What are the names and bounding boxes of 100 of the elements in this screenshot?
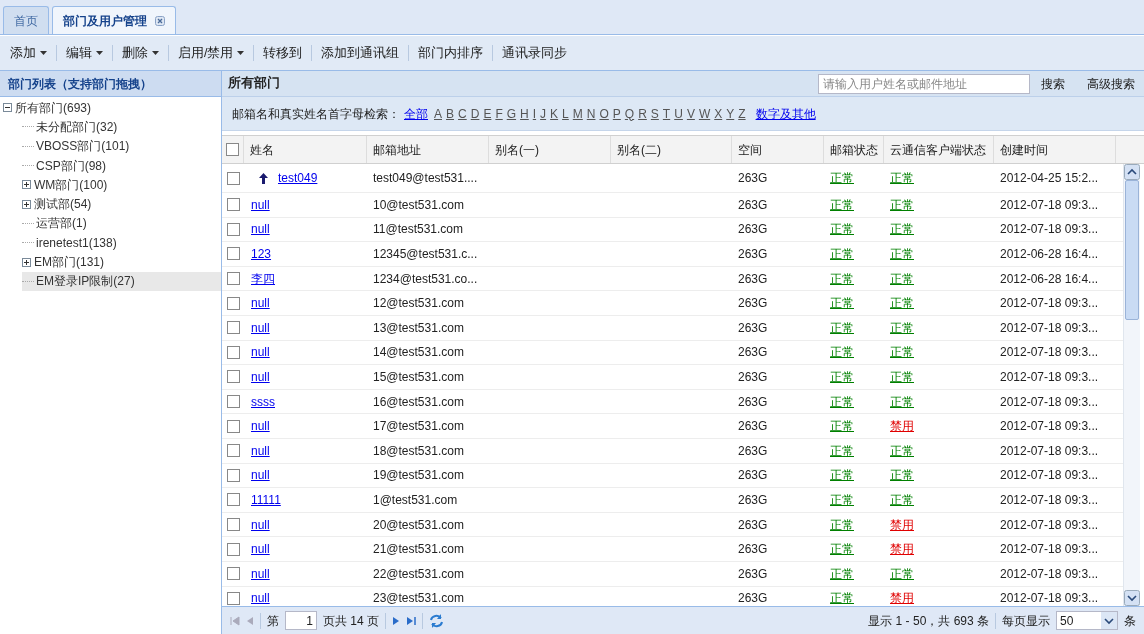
user-name-link[interactable]: null <box>251 343 270 362</box>
tree-item[interactable]: 运营部(1) <box>22 213 221 234</box>
user-name-link[interactable]: null <box>251 515 270 534</box>
tree-item[interactable]: irenetest1(138) <box>22 233 221 253</box>
user-name-link[interactable]: null <box>251 540 270 559</box>
row-checkbox[interactable] <box>226 370 240 384</box>
status-link[interactable]: 正常 <box>830 417 854 436</box>
next-page-icon[interactable] <box>392 615 400 626</box>
other-link[interactable]: 数字及其他 <box>755 104 816 123</box>
status-link[interactable]: 正常 <box>830 564 854 583</box>
select-all-checkbox[interactable] <box>226 143 239 156</box>
letter-link[interactable]: X <box>714 104 723 123</box>
row-checkbox[interactable] <box>226 468 240 482</box>
tree-item[interactable]: CSP部门(98) <box>22 155 221 176</box>
user-name-link[interactable]: null <box>251 294 270 313</box>
toolbar-button[interactable]: 添加到通讯组 <box>317 43 404 63</box>
user-name-link[interactable]: null <box>251 318 270 337</box>
status-link[interactable]: 正常 <box>890 564 914 583</box>
row-checkbox[interactable] <box>226 222 240 236</box>
per-page-select[interactable]: 50 <box>1056 611 1118 630</box>
close-icon[interactable] <box>155 15 165 26</box>
column-header[interactable]: 邮箱地址 <box>373 140 421 159</box>
row-checkbox[interactable] <box>226 493 240 507</box>
toolbar-button[interactable]: 删除 <box>118 43 163 63</box>
tree-item[interactable]: 测试部(54) <box>22 194 221 214</box>
row-checkbox[interactable] <box>226 345 240 359</box>
scroll-down-icon[interactable] <box>1124 590 1140 606</box>
user-name-link[interactable]: ssss <box>251 392 275 411</box>
column-header[interactable]: 创建时间 <box>1000 140 1048 159</box>
status-link[interactable]: 正常 <box>830 343 854 362</box>
search-button[interactable]: 搜索 <box>1038 74 1068 93</box>
row-checkbox[interactable] <box>226 542 240 556</box>
status-link[interactable]: 正常 <box>830 540 854 559</box>
letter-link[interactable]: Y <box>726 104 735 123</box>
status-link[interactable]: 正常 <box>830 441 854 460</box>
status-link[interactable]: 正常 <box>830 195 854 214</box>
row-checkbox[interactable] <box>226 247 240 261</box>
status-link[interactable]: 正常 <box>890 294 914 313</box>
scroll-thumb[interactable] <box>1125 180 1139 320</box>
letter-link[interactable]: H <box>520 104 529 123</box>
toolbar-button[interactable]: 添加 <box>6 43 51 63</box>
status-link[interactable]: 正常 <box>890 343 914 362</box>
user-name-link[interactable]: null <box>251 466 270 485</box>
letter-link[interactable]: L <box>562 104 569 123</box>
status-link[interactable]: 正常 <box>890 195 914 214</box>
first-page-icon[interactable] <box>230 615 240 626</box>
status-link[interactable]: 正常 <box>830 220 854 239</box>
letter-link[interactable]: F <box>495 104 503 123</box>
user-name-link[interactable]: test049 <box>278 169 318 187</box>
row-checkbox[interactable] <box>226 591 240 605</box>
status-link[interactable]: 正常 <box>830 490 854 509</box>
previous-page-icon[interactable] <box>246 615 254 626</box>
row-checkbox[interactable] <box>226 518 240 531</box>
user-name-link[interactable]: 李四 <box>251 269 275 288</box>
status-link[interactable]: 正常 <box>890 220 914 239</box>
status-link[interactable]: 正常 <box>830 392 854 411</box>
status-link[interactable]: 正常 <box>830 318 854 337</box>
status-link[interactable]: 正常 <box>890 245 914 263</box>
toolbar-button[interactable]: 转移到 <box>259 43 307 63</box>
letter-link[interactable]: G <box>506 104 517 123</box>
user-name-link[interactable]: null <box>251 220 270 239</box>
scroll-up-icon[interactable] <box>1124 164 1140 180</box>
expand-icon[interactable] <box>22 180 31 190</box>
status-link[interactable]: 禁用 <box>890 589 914 606</box>
status-link[interactable]: 正常 <box>890 169 914 187</box>
expand-icon[interactable] <box>22 199 31 209</box>
status-link[interactable]: 正常 <box>890 490 914 509</box>
expand-icon[interactable] <box>22 257 31 267</box>
tree-item[interactable]: 未分配部门(32) <box>22 117 221 137</box>
column-header[interactable]: 邮箱状态 <box>830 140 878 159</box>
letter-link[interactable]: B <box>446 104 455 123</box>
status-link[interactable]: 正常 <box>890 466 914 485</box>
toolbar-button[interactable]: 部门内排序 <box>414 43 488 63</box>
row-checkbox[interactable] <box>226 296 240 310</box>
status-link[interactable]: 正常 <box>890 367 914 386</box>
letter-link[interactable]: W <box>698 104 711 123</box>
row-checkbox[interactable] <box>226 171 240 185</box>
user-name-link[interactable]: null <box>251 417 270 436</box>
letter-link[interactable]: Q <box>624 104 635 123</box>
advanced-search-button[interactable]: 高级搜索 <box>1084 74 1138 93</box>
scrollbar[interactable] <box>1123 164 1140 606</box>
letter-link[interactable]: A <box>434 104 442 123</box>
column-header[interactable]: 别名(二) <box>617 140 661 159</box>
collapse-icon[interactable] <box>3 103 12 113</box>
status-link[interactable]: 正常 <box>830 169 854 187</box>
column-header[interactable]: 别名(一) <box>495 140 539 159</box>
status-link[interactable]: 正常 <box>890 318 914 337</box>
status-link[interactable]: 禁用 <box>890 515 914 534</box>
letter-link[interactable]: R <box>638 104 647 123</box>
tree-item[interactable]: VBOSS部门(101) <box>22 136 221 156</box>
column-header[interactable]: 空间 <box>738 140 762 159</box>
column-header[interactable]: 姓名 <box>250 140 274 159</box>
refresh-icon[interactable] <box>429 613 444 628</box>
letter-link[interactable]: P <box>612 104 621 123</box>
row-checkbox[interactable] <box>226 444 240 458</box>
all-link[interactable]: 全部 <box>404 104 428 123</box>
row-checkbox[interactable] <box>226 419 240 433</box>
status-link[interactable]: 正常 <box>890 392 914 411</box>
user-name-link[interactable]: null <box>251 441 270 460</box>
status-link[interactable]: 正常 <box>830 294 854 313</box>
